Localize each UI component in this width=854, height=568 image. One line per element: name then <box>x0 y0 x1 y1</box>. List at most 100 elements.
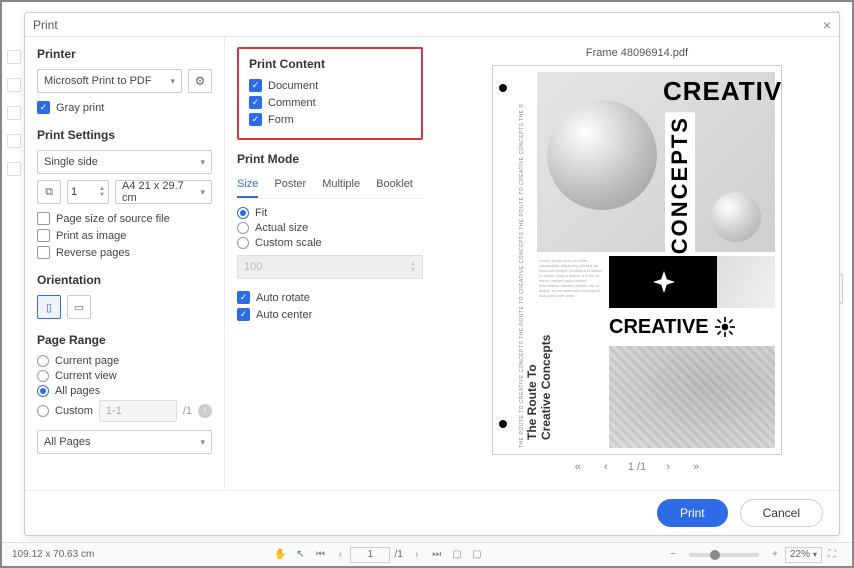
scale-fit-label: Fit <box>255 207 267 219</box>
print-content-heading: Print Content <box>249 57 411 71</box>
printer-properties-button[interactable]: ⚙ <box>188 69 212 93</box>
portrait-icon: ▯ <box>46 301 52 314</box>
paper-size-value: A4 21 x 29.7 cm <box>122 180 200 204</box>
paper-size-select[interactable]: A4 21 x 29.7 cm ▾ <box>115 180 212 204</box>
scale-custom-radio[interactable] <box>237 237 249 249</box>
collate-icon: ⧉ <box>45 186 53 199</box>
preview-art-blackbox <box>609 256 719 308</box>
cancel-button[interactable]: Cancel <box>740 499 823 527</box>
toolbar-icon[interactable]: ▢ <box>447 549 467 560</box>
custom-scale-input[interactable]: 100 ▲▼ <box>237 255 423 279</box>
status-dimensions: 109.12 x 70.63 cm <box>12 549 94 560</box>
preview-prev-button[interactable]: ‹ <box>600 461 612 473</box>
zoom-in-icon[interactable]: + <box>765 549 785 560</box>
preview-art-route2: Creative Concepts <box>539 335 553 440</box>
custom-range-input[interactable]: 1-1 <box>99 400 177 422</box>
copies-value: 1 <box>71 186 77 198</box>
content-document-checkbox[interactable] <box>249 79 262 92</box>
copies-stepper[interactable]: 1 ▲▼ <box>67 180 109 204</box>
last-page-icon[interactable]: ⏭ <box>427 549 447 560</box>
preview-last-button[interactable]: » <box>690 461 702 473</box>
scale-fit-radio[interactable] <box>237 207 249 219</box>
orientation-heading: Orientation <box>37 273 212 287</box>
preview-art-sphere <box>711 192 761 242</box>
reverse-pages-label: Reverse pages <box>56 247 130 259</box>
preview-next-button[interactable]: › <box>662 461 674 473</box>
print-as-image-checkbox[interactable] <box>37 229 50 242</box>
orientation-portrait-button[interactable]: ▯ <box>37 295 61 319</box>
custom-range-radio[interactable] <box>37 405 49 417</box>
auto-center-checkbox[interactable] <box>237 308 250 321</box>
custom-range-label: Custom <box>55 405 93 417</box>
preview-art-concepts: CONCEPTS <box>665 112 695 258</box>
dialog-titlebar: Print × <box>25 13 839 37</box>
preview-page: THE ROUTE TO CREATIVE CONCEPTS THE ROUTE… <box>492 65 782 455</box>
rail-icon[interactable] <box>7 106 21 120</box>
scale-actual-radio[interactable] <box>237 222 249 234</box>
settings-middle-column: Print Content Document Comment Form Prin… <box>225 37 435 490</box>
info-icon[interactable]: ! <box>198 404 212 418</box>
zoom-slider[interactable] <box>689 553 759 557</box>
preview-first-button[interactable]: « <box>572 461 584 473</box>
print-settings-section: Print Settings Single side ▾ ⧉ 1 ▲▼ A4 2… <box>37 128 212 259</box>
page-number-input[interactable]: 1 <box>350 547 390 563</box>
stepper-arrows-icon: ▲▼ <box>410 261 416 273</box>
current-view-radio[interactable] <box>37 370 49 382</box>
preview-art-route1: The Route To <box>525 364 539 440</box>
next-page-icon[interactable]: › <box>407 549 427 560</box>
tab-poster[interactable]: Poster <box>274 174 306 198</box>
auto-rotate-checkbox[interactable] <box>237 291 250 304</box>
content-form-checkbox[interactable] <box>249 113 262 126</box>
select-tool-icon[interactable]: ↖ <box>290 549 310 560</box>
page-range-filter-select[interactable]: All Pages ▾ <box>37 430 212 454</box>
fullscreen-icon[interactable]: ⛶ <box>822 549 842 560</box>
tab-multiple[interactable]: Multiple <box>322 174 360 198</box>
rail-icon[interactable] <box>7 162 21 176</box>
first-page-icon[interactable]: ⏮ <box>310 549 330 560</box>
tab-booklet[interactable]: Booklet <box>376 174 413 198</box>
page-range-section: Page Range Current page Current view All… <box>37 333 212 454</box>
orientation-landscape-button[interactable]: ▭ <box>67 295 91 319</box>
tab-size[interactable]: Size <box>237 174 258 198</box>
current-page-radio[interactable] <box>37 355 49 367</box>
content-comment-checkbox[interactable] <box>249 96 262 109</box>
rail-icon[interactable] <box>7 134 21 148</box>
page-range-heading: Page Range <box>37 333 212 347</box>
preview-art-greybox <box>717 256 775 308</box>
print-settings-heading: Print Settings <box>37 128 212 142</box>
all-pages-radio[interactable] <box>37 385 49 397</box>
orientation-section: Orientation ▯ ▭ <box>37 273 212 319</box>
zoom-out-icon[interactable]: − <box>663 549 683 560</box>
chevron-down-icon: ▾ <box>200 437 205 448</box>
content-document-label: Document <box>268 80 318 92</box>
rail-icon[interactable] <box>7 78 21 92</box>
preview-panel: Frame 48096914.pdf THE ROUTE TO CREATIVE… <box>435 37 839 490</box>
gray-print-checkbox[interactable] <box>37 101 50 114</box>
starburst-icon <box>715 317 735 337</box>
page-range-filter-value: All Pages <box>44 436 90 448</box>
print-button[interactable]: Print <box>657 499 728 527</box>
prev-page-icon[interactable]: ‹ <box>330 549 350 560</box>
scale-custom-label: Custom scale <box>255 237 322 249</box>
sparkle-icon <box>653 271 675 293</box>
printer-select[interactable]: Microsoft Print to PDF ▾ <box>37 69 182 93</box>
page-size-source-checkbox[interactable] <box>37 212 50 225</box>
preview-art-hero: CREATIVE CONCEPTS <box>537 72 775 252</box>
chevron-down-icon: ▾ <box>200 187 205 198</box>
content-comment-label: Comment <box>268 97 316 109</box>
close-icon[interactable]: × <box>823 17 831 33</box>
preview-art-textcol: Lorem ipsum dolor sit amet consectetur a… <box>537 256 605 448</box>
toolbar-icon[interactable]: ▢ <box>467 549 487 560</box>
page-size-source-label: Page size of source file <box>56 213 170 225</box>
page-total: /1 <box>394 549 402 560</box>
rail-icon[interactable] <box>7 50 21 64</box>
duplex-select[interactable]: Single side ▾ <box>37 150 212 174</box>
collate-button[interactable]: ⧉ <box>37 180 61 204</box>
reverse-pages-checkbox[interactable] <box>37 246 50 259</box>
app-left-rail <box>4 22 24 540</box>
zoom-select[interactable]: 22% ▾ <box>785 547 822 563</box>
hand-tool-icon[interactable]: ✋ <box>270 549 290 560</box>
gear-icon: ⚙ <box>195 74 206 88</box>
current-view-label: Current view <box>55 370 117 382</box>
preview-filename: Frame 48096914.pdf <box>586 47 688 59</box>
